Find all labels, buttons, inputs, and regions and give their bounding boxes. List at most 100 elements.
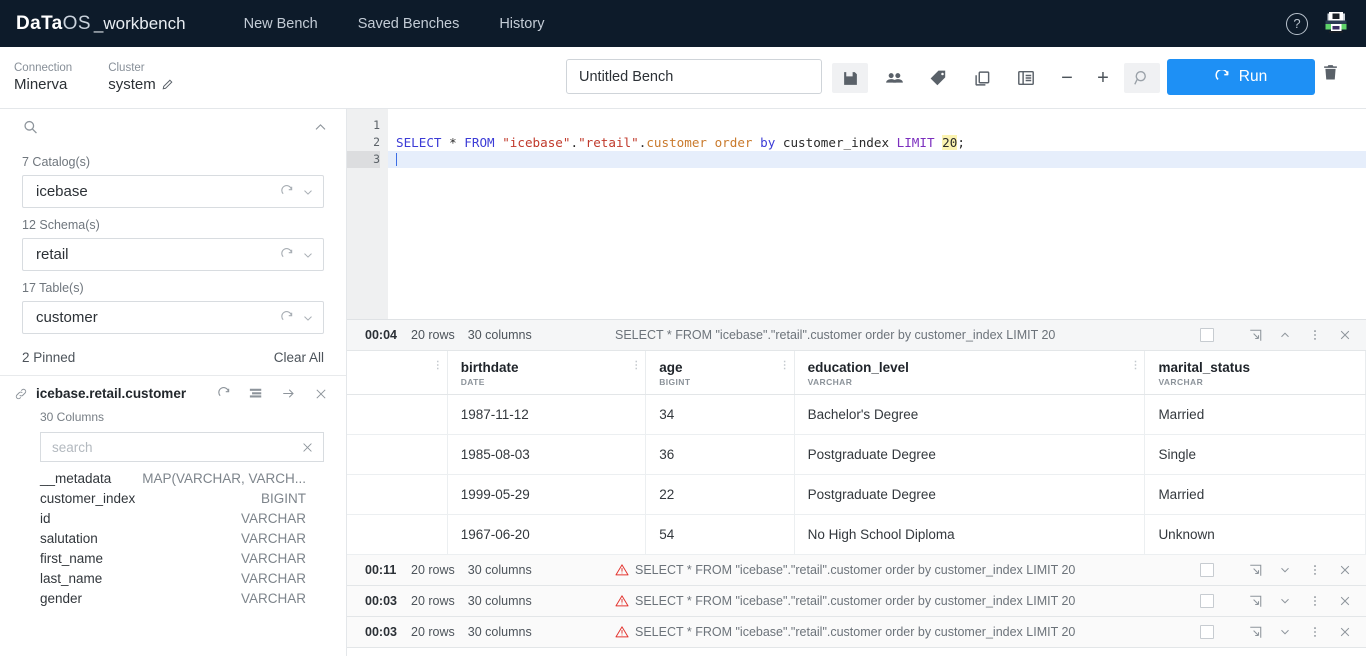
table-header-education-level[interactable]: education_level VARCHAR ⋮ <box>794 351 1146 395</box>
list-item[interactable]: __metadata MAP(VARCHAR, VARCH... <box>14 468 328 488</box>
chevron-down-icon[interactable] <box>301 311 315 325</box>
refresh-icon[interactable] <box>280 184 294 199</box>
more-menu-icon[interactable] <box>1302 589 1328 613</box>
nav-history[interactable]: History <box>479 16 564 32</box>
expand-icon[interactable] <box>1242 589 1268 613</box>
result-checkbox[interactable] <box>1200 328 1214 342</box>
search-icon[interactable] <box>1124 63 1160 93</box>
pinned-row: 2 Pinned Clear All <box>0 334 346 375</box>
result-bar-collapsed-3[interactable]: 00:03 20 rows 30 columns SELECT * FROM "… <box>347 617 1366 648</box>
list-item[interactable]: customer_index BIGINT <box>14 488 328 508</box>
result-sql-row: SELECT * FROM "icebase"."retail".custome… <box>615 563 1075 577</box>
column-datatype: VARCHAR <box>807 377 853 387</box>
table-row[interactable]: 1999-05-29 22 Postgraduate Degree Marrie… <box>347 474 1366 515</box>
sql-editor[interactable]: 1 2 3 SELECT * FROM "icebase"."retail".c… <box>347 109 1366 320</box>
close-icon[interactable] <box>1332 620 1358 644</box>
nav-saved-benches[interactable]: Saved Benches <box>338 16 480 32</box>
expand-chevron-icon[interactable] <box>1272 558 1298 582</box>
expand-icon[interactable] <box>1242 323 1268 347</box>
logo-data-text: DaTa <box>16 12 63 34</box>
catalog-select[interactable]: icebase <box>22 175 324 208</box>
cell-birthdate: 1967-06-20 <box>447 514 647 555</box>
chevron-down-icon[interactable] <box>301 248 315 262</box>
help-icon[interactable]: ? <box>1286 12 1308 35</box>
close-icon[interactable] <box>1332 558 1358 582</box>
more-menu-icon[interactable] <box>1302 323 1328 347</box>
column-resize-grip[interactable]: ⋮ <box>1130 361 1140 371</box>
table-preview-icon[interactable] <box>249 387 263 401</box>
cluster-info[interactable]: Cluster system <box>108 62 173 93</box>
table-row[interactable]: 1987-11-12 34 Bachelor's Degree Married <box>347 394 1366 435</box>
more-menu-icon[interactable] <box>1302 558 1328 582</box>
logo-workbench-text: _workbench <box>93 13 186 33</box>
column-resize-grip[interactable]: ⋮ <box>433 361 443 371</box>
table-header-age[interactable]: age BIGINT ⋮ <box>645 351 795 395</box>
list-item[interactable]: last_name VARCHAR <box>14 568 328 588</box>
result-bar-collapsed-2[interactable]: 00:03 20 rows 30 columns SELECT * FROM "… <box>347 586 1366 617</box>
list-item[interactable]: first_name VARCHAR <box>14 548 328 568</box>
avatar[interactable] <box>1322 10 1350 38</box>
list-item[interactable]: id VARCHAR <box>14 508 328 528</box>
result-checkbox[interactable] <box>1200 594 1214 608</box>
chevron-down-icon[interactable] <box>301 185 315 199</box>
save-icon[interactable] <box>832 63 868 93</box>
bench-name-input[interactable] <box>566 59 822 94</box>
column-search-input[interactable] <box>52 439 301 455</box>
result-bar-active[interactable]: 00:04 20 rows 30 columns SELECT * FROM "… <box>347 320 1366 351</box>
collapse-chevron-icon[interactable] <box>1272 323 1298 347</box>
table-header-row: ⋮ birthdate DATE ⋮ age BIGINT ⋮ educatio… <box>347 351 1366 395</box>
format-indent-icon[interactable] <box>1008 63 1044 93</box>
line-number: 2 <box>373 135 380 149</box>
clear-search-icon[interactable] <box>301 441 314 454</box>
trash-icon[interactable] <box>1322 64 1339 86</box>
table-header-birthdate[interactable]: birthdate DATE ⋮ <box>447 351 647 395</box>
table-header-rownum[interactable]: ⋮ <box>347 351 448 395</box>
sql-token: 20 <box>942 135 958 150</box>
app-logo[interactable]: DaTa OS _workbench <box>16 13 186 35</box>
nav-new-bench[interactable]: New Bench <box>224 16 338 32</box>
result-checkbox[interactable] <box>1200 563 1214 577</box>
expand-icon[interactable] <box>1242 558 1268 582</box>
close-icon[interactable] <box>1332 589 1358 613</box>
tag-icon[interactable] <box>920 63 956 93</box>
share-users-icon[interactable] <box>876 63 912 93</box>
list-item[interactable]: salutation VARCHAR <box>14 528 328 548</box>
close-icon[interactable] <box>1332 323 1358 347</box>
table-select[interactable]: customer <box>22 301 324 334</box>
schema-select[interactable]: retail <box>22 238 324 271</box>
search-icon[interactable] <box>22 119 39 136</box>
result-table-body: 1987-11-12 34 Bachelor's Degree Married … <box>347 394 1366 555</box>
zoom-out-button[interactable]: − <box>1052 63 1082 93</box>
run-button[interactable]: Run <box>1167 59 1315 95</box>
close-icon[interactable] <box>314 387 328 401</box>
result-bar-collapsed-1[interactable]: 00:11 20 rows 30 columns SELECT * FROM "… <box>347 555 1366 586</box>
table-row[interactable]: 1985-08-03 36 Postgraduate Degree Single <box>347 434 1366 475</box>
refresh-icon[interactable] <box>280 247 294 262</box>
result-checkbox[interactable] <box>1200 625 1214 639</box>
chevron-up-icon[interactable] <box>313 120 328 135</box>
zoom-in-button[interactable]: + <box>1088 63 1118 93</box>
connection-info[interactable]: Connection Minerva <box>14 62 72 93</box>
clear-all-button[interactable]: Clear All <box>274 350 324 365</box>
cell-age: 34 <box>645 394 795 435</box>
table-header-marital-status[interactable]: marital_status VARCHAR <box>1144 351 1366 395</box>
result-row-count: 20 rows <box>411 594 455 608</box>
list-item[interactable]: gender VARCHAR <box>14 588 328 608</box>
copy-icon[interactable] <box>964 63 1000 93</box>
column-resize-grip[interactable]: ⋮ <box>631 361 641 371</box>
result-sql-text: SELECT * FROM "icebase"."retail".custome… <box>635 625 1076 639</box>
column-datatype: BIGINT <box>659 377 691 387</box>
expand-chevron-icon[interactable] <box>1272 589 1298 613</box>
expand-chevron-icon[interactable] <box>1272 620 1298 644</box>
pencil-edit-icon[interactable] <box>162 79 173 90</box>
arrow-right-icon[interactable] <box>281 386 296 401</box>
table-row[interactable]: 1967-06-20 54 No High School Diploma Unk… <box>347 514 1366 555</box>
refresh-icon[interactable] <box>280 310 294 325</box>
editor-code-area[interactable]: SELECT * FROM "icebase"."retail".custome… <box>388 109 1366 319</box>
refresh-icon[interactable] <box>217 386 231 401</box>
column-search-box[interactable] <box>40 432 324 462</box>
more-menu-icon[interactable] <box>1302 620 1328 644</box>
column-resize-grip[interactable]: ⋮ <box>780 361 790 371</box>
expand-icon[interactable] <box>1242 620 1268 644</box>
